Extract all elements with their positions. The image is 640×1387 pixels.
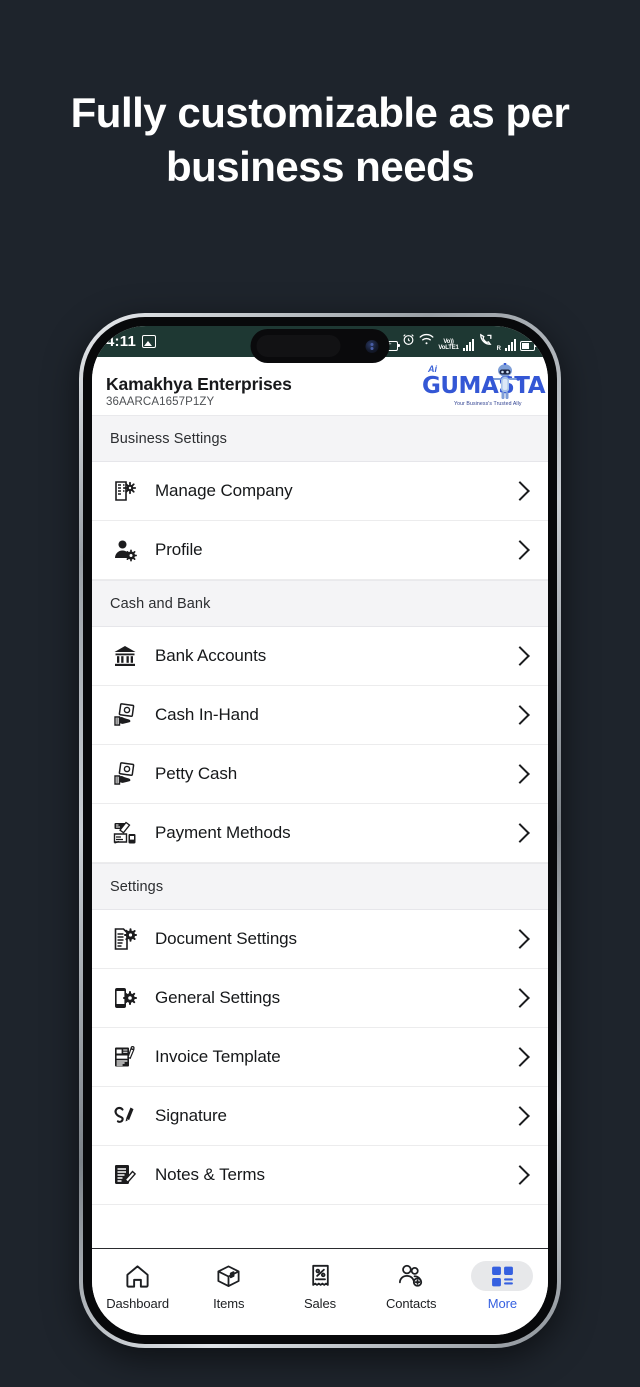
alarm-icon [402,333,415,351]
status-clock: 4:11 [106,333,136,350]
building-gear-icon [112,478,138,504]
menu-item-label: Profile [155,540,203,559]
section-header-cash-and-bank: Cash and Bank [92,580,548,627]
menu-item-label: Signature [155,1106,227,1125]
menu-item-label: Manage Company [155,481,293,500]
menu-item-label: Cash In-Hand [155,705,259,724]
menu-item-petty-cash[interactable]: Petty Cash [92,745,548,804]
chevron-right-icon [510,1047,530,1067]
grid-menu-icon [471,1261,534,1291]
chevron-right-icon [510,823,530,843]
notes-edit-icon [112,1162,138,1188]
nav-item-dashboard[interactable]: Dashboard [92,1261,183,1311]
receipt-icon [289,1261,351,1291]
call-forward-icon [478,333,493,351]
signal-bars-icon [505,338,516,351]
chevron-right-icon [510,1165,530,1185]
robot-icon [490,363,520,399]
volte-icon: Vo)) VoLTE1 [438,338,459,351]
nav-item-label: Items [213,1296,245,1311]
status-bar-left: 4:11 [106,333,156,350]
section-header-settings: Settings [92,863,548,910]
nav-item-more[interactable]: More [457,1261,548,1311]
menu-item-label: Payment Methods [155,823,291,842]
wifi-icon [419,333,434,351]
section-header-business-settings: Business Settings [92,415,548,462]
menu-item-cash-in-hand[interactable]: Cash In-Hand [92,686,548,745]
document-gear-icon [112,926,138,952]
menu-item-notes-and-terms[interactable]: Notes & Terms [92,1146,548,1205]
island-speaker [256,335,341,357]
business-name: Kamakhya Enterprises [106,374,292,394]
menu-item-profile[interactable]: Profile [92,521,548,580]
gst-number: 36AARCA1657P1ZY [106,396,215,408]
payment-methods-icon [112,820,138,846]
chevron-right-icon [510,764,530,784]
person-gear-icon [112,537,138,563]
chevron-right-icon [510,1106,530,1126]
roaming-label: R [496,345,501,352]
volte-label: VoLTE1 [438,344,459,351]
chevron-right-icon [510,540,530,560]
nav-item-label: Sales [303,1296,337,1311]
bottom-navigation[interactable]: Dashboard Items Sales Contacts More [92,1248,548,1335]
cash-hand-icon [112,761,138,787]
chevron-right-icon [510,705,530,725]
chevron-right-icon [510,988,530,1008]
phone-bezel: 4:11 Vo)) [83,317,557,1344]
menu-item-signature[interactable]: Signature [92,1087,548,1146]
logo-wordmark: GUMASTA [422,373,546,399]
menu-item-document-settings[interactable]: Document Settings [92,910,548,969]
phone-frame: 4:11 Vo)) [79,313,561,1348]
invoice-template-icon [112,1044,138,1070]
menu-item-general-settings[interactable]: General Settings [92,969,548,1028]
menu-item-payment-methods[interactable]: Payment Methods [92,804,548,863]
menu-item-label: Petty Cash [155,764,238,783]
status-bar-right: Vo)) VoLTE1 R [383,333,537,352]
business-info: Kamakhya Enterprises 36AARCA1657P1ZY [106,374,292,408]
nav-item-label: More [487,1296,518,1311]
menu-item-bank-accounts[interactable]: Bank Accounts [92,627,548,686]
settings-menu[interactable]: Business Settings Manage Company Profile… [92,415,548,1248]
nav-item-sales[interactable]: Sales [274,1261,365,1311]
promo-headline: Fully customizable as per business needs [70,89,570,190]
logo-tagline: Your Business's Trusted Ally [454,401,522,407]
front-camera-icon [365,339,379,353]
home-icon [107,1261,169,1291]
nav-item-items[interactable]: Items [183,1261,274,1311]
promo-screenshot: Fully customizable as per business needs… [0,0,640,1387]
dynamic-island [250,329,390,363]
menu-item-label: Invoice Template [155,1047,281,1066]
bank-icon [112,643,138,669]
battery-icon [520,340,537,351]
app-logo: Ai GUMASTA Your Business's Trusted Ally [414,362,546,408]
nav-item-label: Dashboard [106,1296,169,1311]
box-icon [198,1261,260,1291]
menu-item-label: Document Settings [155,929,297,948]
menu-item-label: General Settings [155,988,281,1007]
signature-pen-icon [112,1103,138,1129]
chevron-right-icon [510,481,530,501]
nav-item-contacts[interactable]: Contacts [366,1261,457,1311]
cash-hand-icon [112,702,138,728]
menu-item-manage-company[interactable]: Manage Company [92,462,548,521]
chevron-right-icon [510,929,530,949]
menu-item-label: Notes & Terms [155,1165,265,1184]
phone-gear-icon [112,985,138,1011]
phone-screen: 4:11 Vo)) [92,326,548,1335]
nav-item-label: Contacts [385,1296,437,1311]
app-header: Kamakhya Enterprises 36AARCA1657P1ZY Ai … [92,357,548,415]
chevron-right-icon [510,646,530,666]
people-add-icon [380,1261,442,1291]
photo-icon [142,335,156,348]
menu-item-invoice-template[interactable]: Invoice Template [92,1028,548,1087]
menu-item-label: Bank Accounts [155,646,267,665]
signal-bars-icon [462,338,474,351]
